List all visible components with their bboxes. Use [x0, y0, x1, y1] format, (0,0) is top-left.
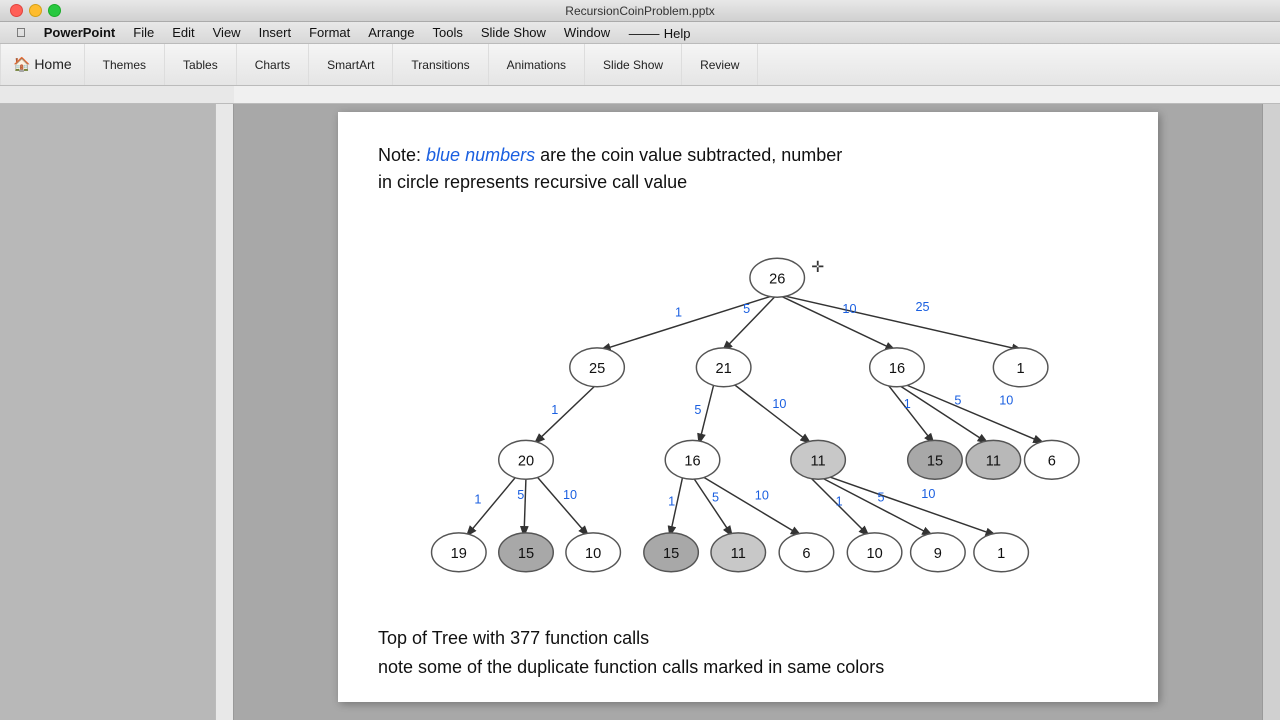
svg-text:6: 6: [802, 546, 810, 562]
slide: Note: blue numbers are the coin value su…: [338, 112, 1158, 702]
menu-arrange[interactable]: Arrange: [360, 23, 422, 42]
toolbar-charts[interactable]: Charts: [237, 44, 309, 85]
note-text-3: in circle represents recursive call valu…: [378, 172, 687, 192]
blue-numbers-text: blue numbers: [426, 145, 535, 165]
maximize-button[interactable]: [48, 4, 61, 17]
toolbar-home[interactable]: 🏠 Home: [0, 44, 85, 85]
toolbar-animations[interactable]: Animations: [489, 44, 585, 85]
svg-text:10: 10: [585, 546, 601, 562]
svg-text:10: 10: [999, 393, 1013, 407]
app-brand: : [8, 23, 34, 42]
bottom-text-line1: Top of Tree with 377 function calls: [378, 624, 1118, 653]
bottom-text-line2: note some of the duplicate function call…: [378, 653, 1118, 682]
svg-text:1: 1: [997, 546, 1005, 562]
toolbar: 🏠 Home Themes Tables Charts SmartArt Tra…: [0, 44, 1280, 86]
ruler: [0, 86, 1280, 104]
svg-text:1: 1: [1017, 361, 1025, 377]
svg-text:5: 5: [517, 488, 524, 502]
svg-text:6: 6: [1048, 454, 1056, 470]
menu-tools[interactable]: Tools: [425, 23, 471, 42]
traffic-lights: [10, 4, 61, 17]
tree-diagram: 1 5 10 25 1 5 10 1 5: [378, 216, 1118, 616]
svg-text:19: 19: [451, 546, 467, 562]
note-paragraph: Note: blue numbers are the coin value su…: [378, 142, 1118, 196]
menu-edit[interactable]: Edit: [164, 23, 202, 42]
toolbar-transitions[interactable]: Transitions: [393, 44, 488, 85]
close-button[interactable]: [10, 4, 23, 17]
svg-text:25: 25: [589, 361, 605, 377]
svg-text:20: 20: [518, 454, 534, 470]
slide-area: Note: blue numbers are the coin value su…: [234, 104, 1262, 720]
svg-text:21: 21: [716, 361, 732, 377]
toolbar-slideshow[interactable]: Slide Show: [585, 44, 682, 85]
svg-text:10: 10: [563, 488, 577, 502]
slide-panel: [0, 104, 234, 720]
svg-text:11: 11: [811, 454, 826, 470]
svg-text:16: 16: [684, 454, 700, 470]
note-text-2: are the coin value subtracted, number: [535, 145, 842, 165]
svg-text:11: 11: [731, 546, 746, 562]
menu-format[interactable]: Format: [301, 23, 358, 42]
svg-text:5: 5: [694, 403, 701, 417]
svg-text:1: 1: [904, 397, 911, 411]
title-bar: RecursionCoinProblem.pptx: [0, 0, 1280, 22]
svg-text:1: 1: [474, 493, 481, 507]
svg-text:25: 25: [915, 300, 929, 314]
menu-help[interactable]: ⸻ Help: [620, 21, 698, 44]
window-title: RecursionCoinProblem.pptx: [565, 4, 714, 18]
svg-text:15: 15: [663, 546, 679, 562]
svg-text:1: 1: [675, 306, 682, 320]
svg-text:26: 26: [769, 272, 785, 288]
scrollbar-track[interactable]: [1263, 104, 1280, 720]
svg-text:1: 1: [836, 495, 843, 509]
menu-window[interactable]: Window: [556, 23, 618, 42]
svg-text:16: 16: [889, 361, 905, 377]
svg-text:9: 9: [934, 546, 942, 562]
svg-text:11: 11: [986, 454, 1001, 470]
menu-insert[interactable]: Insert: [251, 23, 300, 42]
left-ruler: [215, 104, 233, 720]
toolbar-themes[interactable]: Themes: [85, 44, 165, 85]
svg-text:1: 1: [668, 495, 675, 509]
svg-text:5: 5: [743, 302, 750, 316]
menu-bar:  PowerPoint File Edit View Insert Forma…: [0, 22, 1280, 44]
svg-text:10: 10: [921, 487, 935, 501]
svg-text:5: 5: [712, 491, 719, 505]
svg-text:5: 5: [878, 491, 885, 505]
menu-view[interactable]: View: [205, 23, 249, 42]
svg-text:10: 10: [755, 489, 769, 503]
main-layout: Note: blue numbers are the coin value su…: [0, 104, 1280, 720]
svg-text:10: 10: [772, 397, 786, 411]
minimize-button[interactable]: [29, 4, 42, 17]
toolbar-review[interactable]: Review: [682, 44, 758, 85]
note-text-1: Note:: [378, 145, 426, 165]
toolbar-smartart[interactable]: SmartArt: [309, 44, 393, 85]
svg-text:15: 15: [518, 546, 534, 562]
menu-powerpoint[interactable]: PowerPoint: [36, 23, 124, 42]
svg-text:✛: ✛: [811, 259, 824, 276]
svg-text:15: 15: [927, 454, 943, 470]
menu-slideshow[interactable]: Slide Show: [473, 23, 554, 42]
right-panel: [1262, 104, 1280, 720]
tree-svg: 1 5 10 25 1 5 10 1 5: [378, 216, 1118, 616]
svg-text:5: 5: [954, 393, 961, 407]
svg-text:10: 10: [842, 302, 856, 316]
menu-file[interactable]: File: [125, 23, 162, 42]
svg-text:1: 1: [551, 403, 558, 417]
bottom-text: Top of Tree with 377 function calls note…: [378, 624, 1118, 682]
svg-text:10: 10: [866, 546, 882, 562]
toolbar-tables[interactable]: Tables: [165, 44, 237, 85]
